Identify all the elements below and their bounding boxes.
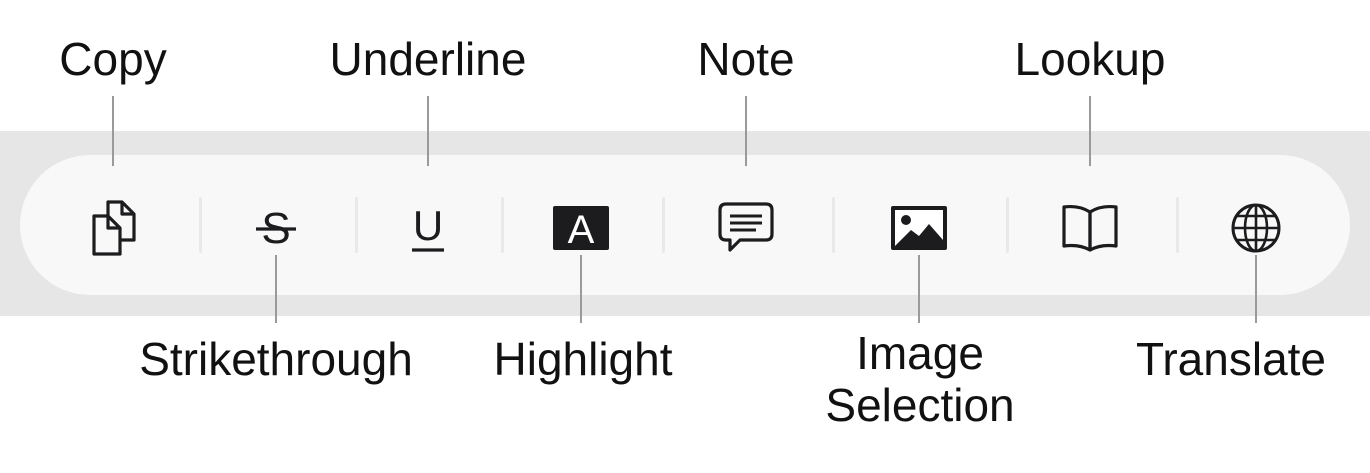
image-icon: [891, 206, 947, 250]
copy-icon: [92, 200, 136, 256]
note-leader-line: [745, 96, 747, 166]
copy-callout-label: Copy: [59, 33, 167, 85]
note-callout-label: Note: [697, 33, 795, 85]
strikethrough-leader-line: [275, 255, 277, 323]
highlight-leader-line: [580, 255, 582, 323]
image-selection-label-line2: Selection: [825, 379, 1015, 431]
underline-callout-label: Underline: [329, 33, 527, 85]
separator: [199, 197, 202, 253]
book-icon: [1062, 204, 1118, 252]
separator: [1006, 197, 1009, 253]
copy-button[interactable]: [76, 190, 152, 266]
highlight-icon: A: [553, 206, 609, 252]
highlight-callout-label: Highlight: [493, 333, 673, 385]
strikethrough-icon: S: [256, 204, 296, 253]
separator: [832, 197, 835, 253]
globe-icon: [1231, 203, 1281, 253]
underline-leader-line: [427, 96, 429, 166]
lookup-callout-label: Lookup: [1014, 33, 1166, 85]
svg-text:U: U: [413, 202, 443, 249]
note-icon: [718, 202, 774, 252]
note-button[interactable]: [708, 190, 784, 266]
image-selection-callout-label: Image Selection: [825, 327, 1014, 431]
translate-callout-label: Translate: [1135, 333, 1327, 385]
image-selection-leader-line: [918, 255, 920, 323]
copy-leader-line: [112, 96, 114, 166]
strikethrough-callout-label: Strikethrough: [139, 333, 413, 385]
lookup-button[interactable]: [1052, 190, 1128, 266]
separator: [501, 197, 504, 253]
underline-icon: U: [412, 202, 444, 252]
lookup-leader-line: [1089, 96, 1091, 166]
svg-text:A: A: [568, 208, 595, 252]
separator: [1176, 197, 1179, 253]
underline-button[interactable]: U: [390, 190, 466, 266]
translate-leader-line: [1255, 255, 1257, 323]
annotation-toolbar: [20, 155, 1350, 295]
separator: [662, 197, 665, 253]
separator: [355, 197, 358, 253]
image-selection-label-line1: Image: [856, 327, 984, 379]
